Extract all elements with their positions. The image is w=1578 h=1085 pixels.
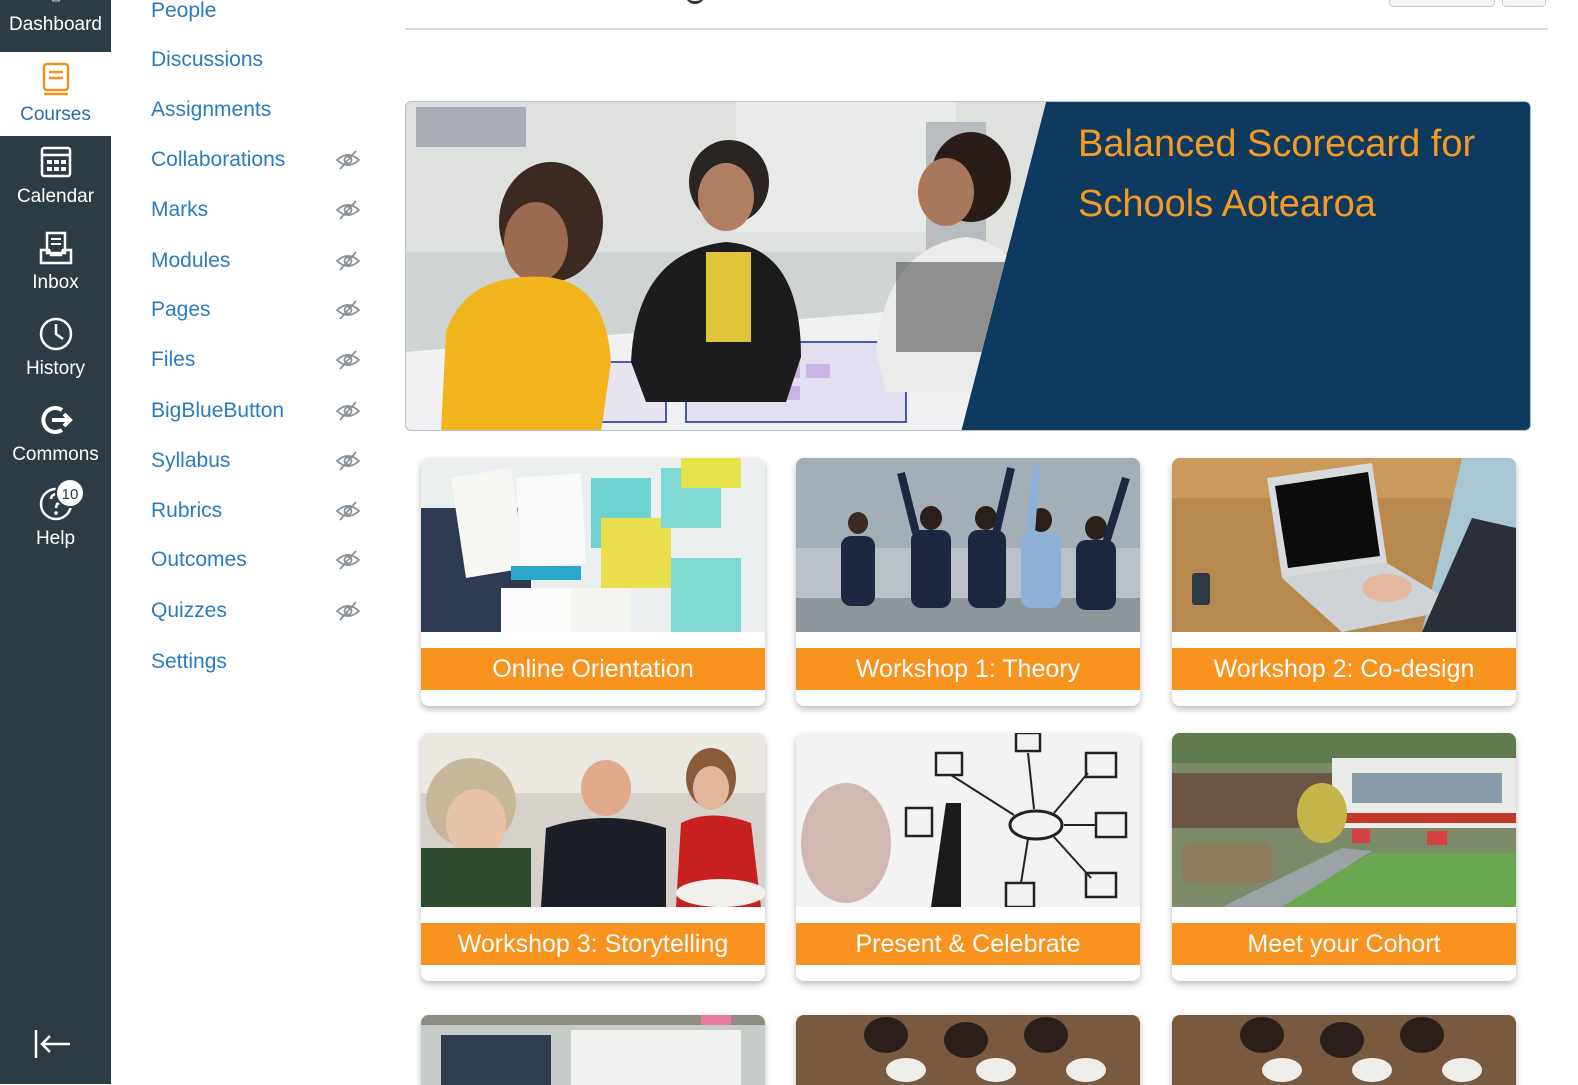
course-nav-quizzes[interactable]: Quizzes bbox=[151, 594, 361, 628]
nav-label: History bbox=[25, 358, 86, 379]
nav-dashboard[interactable]: Dashboard bbox=[0, 0, 111, 52]
history-icon bbox=[39, 317, 72, 351]
course-nav-outcomes[interactable]: Outcomes bbox=[151, 543, 361, 577]
nav-label: Inbox bbox=[32, 272, 79, 293]
nav-label: Courses bbox=[20, 104, 91, 125]
courses-icon bbox=[42, 62, 69, 96]
nav-commons[interactable]: Commons bbox=[0, 400, 111, 480]
global-nav: Dashboard Courses Calendar Inbox History… bbox=[0, 0, 111, 1084]
nav-help[interactable]: 10 Help bbox=[0, 478, 111, 564]
course-nav-bigbluebutton[interactable]: BigBlueButton bbox=[151, 394, 361, 428]
hidden-eye-icon bbox=[335, 300, 361, 320]
course-nav-people[interactable]: People bbox=[151, 0, 361, 28]
collapse-nav-icon[interactable] bbox=[30, 1024, 74, 1064]
card-image-group-discussion bbox=[421, 733, 765, 907]
course-nav-settings[interactable]: Settings bbox=[151, 645, 361, 679]
course-banner: Balanced Scorecard for Schools Aotearoa bbox=[405, 101, 1531, 431]
course-nav-label: Collaborations bbox=[151, 148, 286, 171]
card-label: Workshop 1: Theory bbox=[796, 648, 1140, 690]
course-nav: People Discussions Assignments Collabora… bbox=[111, 0, 391, 1084]
card-workshop-2-codesign[interactable]: Workshop 2: Co-design bbox=[1172, 458, 1516, 706]
help-badge: 10 bbox=[55, 478, 85, 508]
hidden-eye-icon bbox=[335, 601, 361, 621]
hidden-eye-icon bbox=[335, 550, 361, 570]
nav-label: Help bbox=[35, 528, 76, 549]
nav-label: Commons bbox=[12, 444, 99, 465]
course-nav-label: Syllabus bbox=[151, 449, 231, 472]
banner-title: Balanced Scorecard for Schools Aotearoa bbox=[1078, 123, 1476, 225]
nav-label: Calendar bbox=[16, 186, 95, 207]
course-nav-label: Assignments bbox=[151, 98, 272, 121]
card-label: Meet your Cohort bbox=[1172, 923, 1516, 965]
header-button[interactable] bbox=[1389, 0, 1495, 7]
dashboard-icon bbox=[51, 0, 60, 2]
course-nav-collaborations[interactable]: Collaborations bbox=[151, 143, 361, 177]
card-image-school-garden bbox=[1172, 733, 1516, 907]
card-image-shared-meal bbox=[1172, 1015, 1516, 1085]
card-workshop-3-storytelling[interactable]: Workshop 3: Storytelling bbox=[421, 733, 765, 981]
hidden-eye-icon bbox=[335, 451, 361, 471]
course-nav-label: Pages bbox=[151, 298, 211, 321]
course-nav-label: People bbox=[151, 0, 217, 22]
nav-label: Dashboard bbox=[9, 14, 102, 35]
card-online-orientation[interactable]: Online Orientation bbox=[421, 458, 765, 706]
header-divider bbox=[405, 28, 1548, 30]
card-meet-your-cohort[interactable]: Meet your Cohort bbox=[1172, 733, 1516, 981]
course-nav-label: Modules bbox=[151, 249, 231, 272]
nav-history[interactable]: History bbox=[0, 314, 111, 394]
card-label: Online Orientation bbox=[421, 648, 765, 690]
card-label: Present & Celebrate bbox=[796, 923, 1140, 965]
course-nav-assignments[interactable]: Assignments bbox=[151, 93, 361, 127]
page-title-fragment bbox=[685, 0, 705, 4]
course-nav-discussions[interactable]: Discussions bbox=[151, 43, 361, 77]
course-nav-label: Discussions bbox=[151, 48, 264, 71]
hidden-eye-icon bbox=[335, 251, 361, 271]
course-nav-label: Outcomes bbox=[151, 548, 247, 571]
course-nav-label: Quizzes bbox=[151, 599, 227, 622]
course-nav-label: BigBlueButton bbox=[151, 399, 285, 422]
course-nav-files[interactable]: Files bbox=[151, 343, 361, 377]
commons-icon bbox=[40, 406, 73, 434]
course-nav-label: Settings bbox=[151, 650, 227, 673]
card-present-celebrate[interactable]: Present & Celebrate bbox=[796, 733, 1140, 981]
course-nav-syllabus[interactable]: Syllabus bbox=[151, 444, 361, 478]
card-image-mind-map bbox=[796, 733, 1140, 907]
hidden-eye-icon bbox=[335, 350, 361, 370]
card-image-shared-meal bbox=[796, 1015, 1140, 1085]
inbox-icon bbox=[39, 231, 72, 265]
course-nav-label: Files bbox=[151, 348, 196, 371]
card-image-laptop bbox=[1172, 458, 1516, 632]
hidden-eye-icon bbox=[335, 401, 361, 421]
card-partial[interactable] bbox=[796, 1015, 1140, 1085]
card-label: Workshop 2: Co-design bbox=[1172, 648, 1516, 690]
card-image-sticky-notes bbox=[421, 458, 765, 632]
course-nav-label: Rubrics bbox=[151, 499, 223, 522]
hidden-eye-icon bbox=[335, 150, 361, 170]
hidden-eye-icon bbox=[335, 501, 361, 521]
card-partial[interactable] bbox=[1172, 1015, 1516, 1085]
course-nav-modules[interactable]: Modules bbox=[151, 244, 361, 278]
course-nav-label: Marks bbox=[151, 198, 209, 221]
card-image-students-celebrating bbox=[796, 458, 1140, 632]
card-label: Workshop 3: Storytelling bbox=[421, 923, 765, 965]
nav-calendar[interactable]: Calendar bbox=[0, 142, 111, 222]
course-nav-pages[interactable]: Pages bbox=[151, 293, 361, 327]
card-image-classroom bbox=[421, 1015, 765, 1085]
course-nav-marks[interactable]: Marks bbox=[151, 193, 361, 227]
course-nav-rubrics[interactable]: Rubrics bbox=[151, 494, 361, 528]
card-partial[interactable] bbox=[421, 1015, 765, 1085]
hidden-eye-icon bbox=[335, 200, 361, 220]
nav-courses[interactable]: Courses bbox=[0, 52, 111, 136]
nav-inbox[interactable]: Inbox bbox=[0, 228, 111, 308]
calendar-icon bbox=[40, 146, 71, 178]
header-menu-button[interactable] bbox=[1502, 0, 1546, 7]
card-workshop-1-theory[interactable]: Workshop 1: Theory bbox=[796, 458, 1140, 706]
